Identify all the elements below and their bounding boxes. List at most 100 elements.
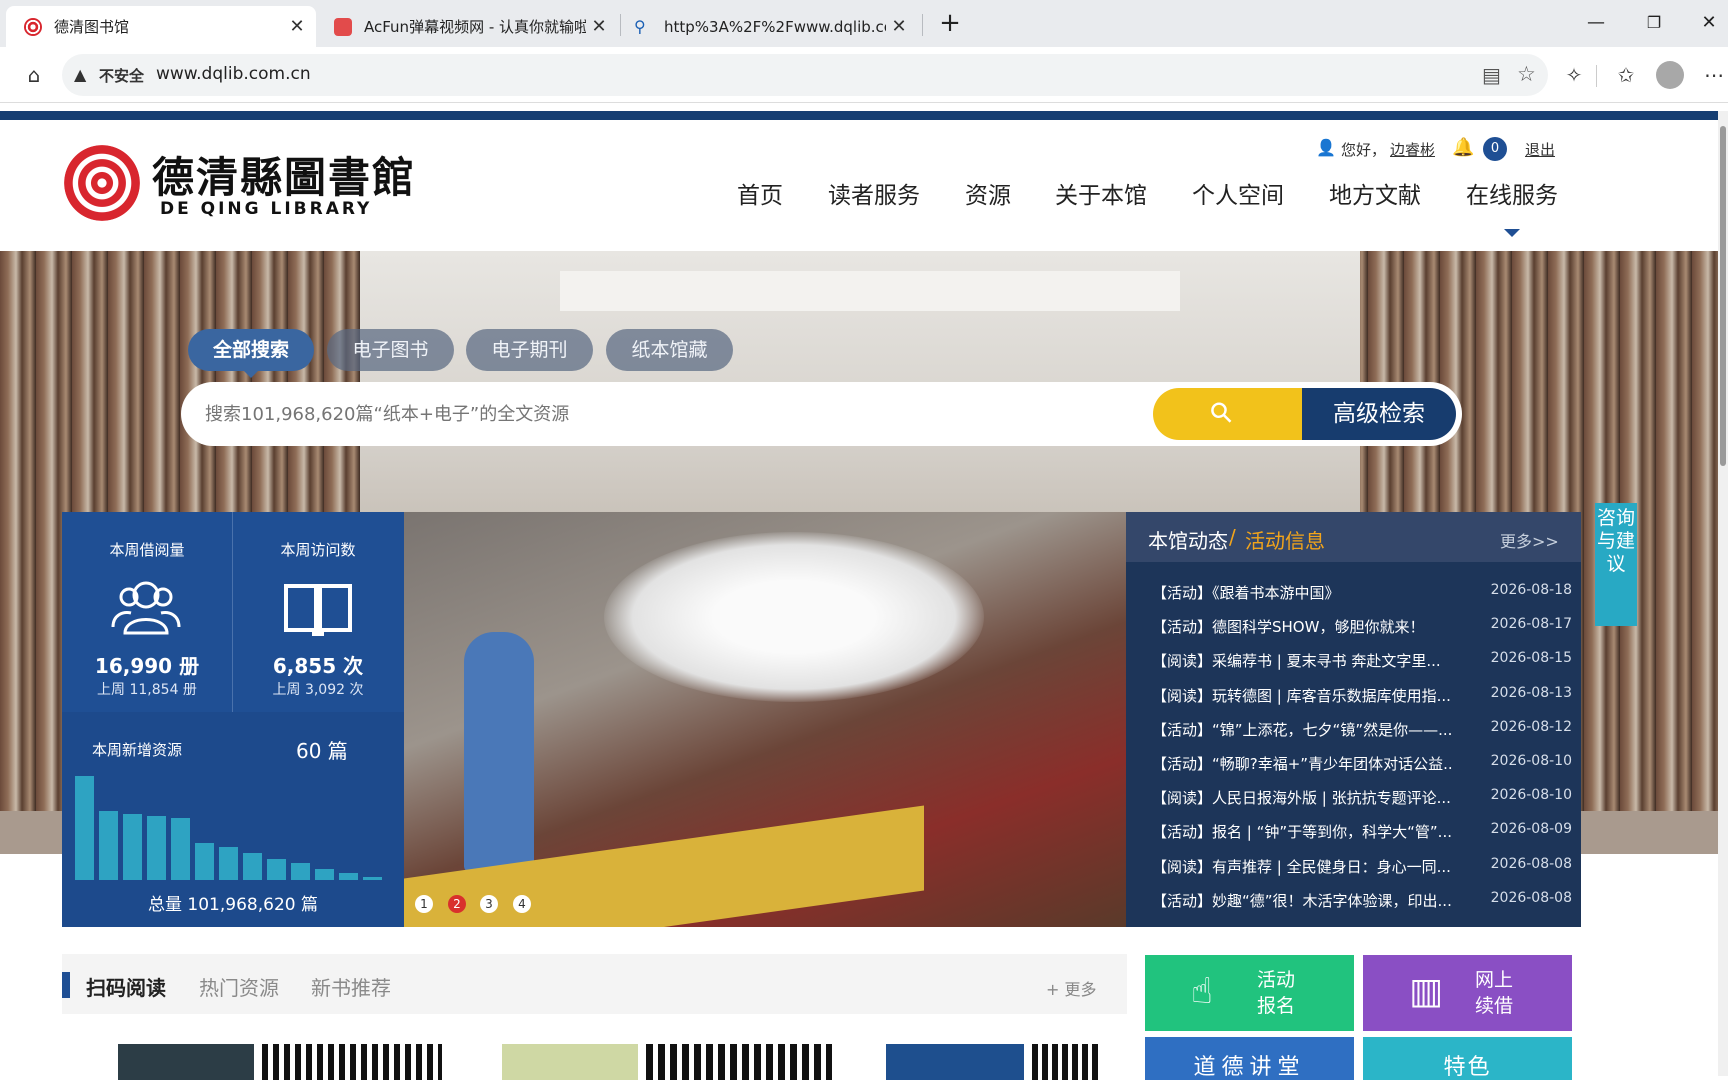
search-button[interactable]: ⚲ — [1153, 388, 1303, 440]
tab-scan-read[interactable]: 扫码阅读 — [86, 972, 166, 1001]
window-close-icon[interactable]: ✕ — [1692, 8, 1726, 38]
news-item[interactable]: 【活动】妙趣“德”很！木活字体验课，印出... 2026-08-08 — [1152, 890, 1572, 912]
book-cover-image[interactable] — [502, 1044, 638, 1080]
activity-slideshow-image[interactable] — [404, 512, 1126, 927]
news-item[interactable]: 【阅读】采编荐书 | 夏末寻书 奔赴文字里... 2026-08-15 — [1152, 650, 1572, 672]
tab-title: AcFun弹幕视频网 - 认真你就输啦 (·ω·)ノ — [364, 18, 586, 36]
online-renew-tile[interactable]: ▥ 网上续借 — [1363, 955, 1572, 1031]
consult-suggest-button[interactable]: 咨询与建议 — [1595, 503, 1637, 626]
close-icon[interactable]: ✕ — [886, 16, 912, 37]
nav-personal-space[interactable]: 个人空间 — [1192, 176, 1284, 210]
bell-icon[interactable]: 🔔 — [1452, 137, 1474, 158]
news-item-title[interactable]: 【活动】“畅聊?幸福+”青少年团体对话公益... — [1152, 753, 1452, 774]
borrow-label: 本周借阅量 — [109, 541, 185, 559]
news-item[interactable]: 【阅读】有声推荐 | 全民健身日：身心一同... 2026-08-08 — [1152, 856, 1572, 878]
favorites-list-icon[interactable]: ✩ — [1614, 63, 1638, 87]
news-heading-b[interactable]: 活动信息 — [1245, 525, 1325, 554]
readers-icon — [111, 577, 181, 635]
news-item-title[interactable]: 【阅读】采编荐书 | 夏末寻书 奔赴文字里... — [1152, 650, 1452, 671]
book-cover-image[interactable] — [118, 1044, 254, 1080]
news-item-title[interactable]: 【活动】妙趣“德”很！木活字体验课，印出... — [1152, 890, 1452, 911]
books-renew-icon: ▥ — [1409, 971, 1444, 1012]
scrollbar-thumb[interactable] — [1720, 126, 1726, 466]
news-item-date: 2026-08-10 — [1490, 787, 1572, 804]
search-tab-print[interactable]: 纸本馆藏 — [606, 329, 733, 371]
news-item[interactable]: 【活动】德图科学SHOW，够胆你就来！ 2026-08-17 — [1152, 616, 1572, 638]
slide-dot-1[interactable]: 1 — [415, 895, 433, 913]
new-resources-bar — [123, 814, 142, 880]
nav-online-services[interactable]: 在线服务 — [1466, 176, 1558, 210]
address-toolbar: ⌂ ▲ 不安全 www.dqlib.com.cn ▤ ☆ ✧ ✩ ⋯ — [0, 47, 1728, 103]
news-item[interactable]: 【阅读】人民日报海外版 | 张抗抗专题评论... 2026-08-10 — [1152, 787, 1572, 809]
activity-signup-tile[interactable]: ☝ 活动报名 — [1145, 955, 1354, 1031]
news-more-link[interactable]: 更多>> — [1500, 528, 1559, 552]
library-logo-icon[interactable] — [64, 145, 140, 221]
extensions-icon[interactable]: ✧ — [1562, 63, 1586, 87]
favorite-star-icon[interactable]: ☆ — [1517, 62, 1536, 86]
news-item-title[interactable]: 【活动】德图科学SHOW，够胆你就来！ — [1152, 616, 1452, 637]
search-tab-all[interactable]: 全部搜索 — [188, 329, 314, 371]
bottom-more-link[interactable]: + 更多 — [1046, 976, 1097, 1000]
tab-hot-resources[interactable]: 热门资源 — [199, 972, 279, 1001]
slide-dot-2[interactable]: 2 — [448, 895, 466, 913]
search-tab-ejournals[interactable]: 电子期刊 — [466, 329, 593, 371]
minimize-icon[interactable]: — — [1576, 8, 1616, 38]
nav-resources[interactable]: 资源 — [965, 176, 1011, 210]
news-item[interactable]: 【活动】“锦”上添花，七夕“镜”然是你——... 2026-08-12 — [1152, 719, 1572, 741]
profile-avatar[interactable] — [1656, 61, 1684, 89]
qr-code-image[interactable] — [1032, 1044, 1100, 1080]
nav-home[interactable]: 首页 — [737, 176, 783, 210]
visit-prev: 上周 3,092 次 — [272, 682, 364, 698]
news-item[interactable]: 【活动】报名 | “钟”于等到你，科学大“管”... 2026-08-09 — [1152, 821, 1572, 843]
search-icon: ⚲ — [634, 16, 646, 36]
presenter-figure — [464, 632, 534, 872]
top-stripe — [0, 111, 1718, 120]
qr-code-image[interactable] — [646, 1044, 832, 1080]
more-menu-icon[interactable]: ⋯ — [1702, 63, 1726, 87]
news-heading-a[interactable]: 本馆动态 — [1148, 525, 1228, 554]
qr-code-image[interactable] — [262, 1044, 442, 1080]
tile-label: 道德讲堂 — [1193, 1055, 1306, 1080]
news-item-title[interactable]: 【阅读】有声推荐 | 全民健身日：身心一同... — [1152, 856, 1452, 877]
news-item-title[interactable]: 【活动】“锦”上添花，七夕“镜”然是你——... — [1152, 719, 1452, 740]
news-item[interactable]: 【阅读】玩转德图 | 库客音乐数据库使用指... 2026-08-13 — [1152, 685, 1572, 707]
slide-dot-3[interactable]: 3 — [480, 895, 498, 913]
news-item[interactable]: 【活动】《跟着书本游中国》 2026-08-18 — [1152, 582, 1572, 604]
new-resources-bar — [171, 818, 190, 880]
reader-view-icon[interactable]: ▤ — [1482, 63, 1501, 87]
search-tab-ebooks[interactable]: 电子图书 — [327, 329, 454, 371]
news-item-title[interactable]: 【阅读】人民日报海外版 | 张抗抗专题评论... — [1152, 787, 1452, 808]
tab-new-books[interactable]: 新书推荐 — [311, 972, 391, 1001]
url-text: www.dqlib.com.cn — [156, 64, 311, 84]
nav-local-docs[interactable]: 地方文献 — [1329, 176, 1421, 210]
close-icon[interactable]: ✕ — [284, 16, 310, 37]
logo-chinese-text[interactable]: 德清縣圖書館 — [152, 144, 416, 205]
news-item-title[interactable]: 【活动】报名 | “钟”于等到你，科学大“管”... — [1152, 821, 1452, 842]
notification-badge[interactable]: 0 — [1483, 137, 1507, 161]
close-icon[interactable]: ✕ — [586, 16, 612, 37]
search-input[interactable] — [205, 396, 1135, 432]
home-icon[interactable]: ⌂ — [22, 63, 46, 87]
new-resources-bar — [267, 859, 286, 880]
new-tab-plus-icon[interactable]: + — [930, 8, 970, 38]
nav-about[interactable]: 关于本馆 — [1055, 176, 1147, 210]
moral-lecture-tile[interactable]: 道德讲堂 — [1145, 1037, 1354, 1080]
url-field[interactable]: ▲ 不安全 www.dqlib.com.cn ▤ ☆ — [62, 54, 1548, 96]
book-cover-image[interactable] — [886, 1044, 1024, 1080]
tab-dqlib[interactable]: 德清图书馆 ✕ — [6, 6, 316, 47]
news-item[interactable]: 【活动】“畅聊?幸福+”青少年团体对话公益... 2026-08-10 — [1152, 753, 1572, 775]
restore-icon[interactable]: ❐ — [1634, 8, 1674, 38]
logout-link[interactable]: 退出 — [1525, 139, 1555, 160]
tab-acfun[interactable]: AcFun弹幕视频网 - 认真你就输啦 (·ω·)ノ ✕ — [316, 6, 618, 47]
nav-reader-services[interactable]: 读者服务 — [828, 176, 920, 210]
news-item-title[interactable]: 【活动】《跟着书本游中国》 — [1152, 582, 1452, 603]
tab-search[interactable]: ⚲ http%3A%2F%2Fwww.dqlib.com.cn ✕ — [622, 6, 918, 47]
new-resources-label: 本周新增资源 — [92, 741, 183, 759]
special-tile[interactable]: 特色 — [1363, 1037, 1572, 1080]
tab-divider — [620, 14, 621, 36]
search-icon: ⚲ — [1202, 393, 1241, 432]
username-link[interactable]: 边睿彬 — [1390, 139, 1435, 160]
slide-dot-4[interactable]: 4 — [513, 895, 531, 913]
news-item-title[interactable]: 【阅读】玩转德图 | 库客音乐数据库使用指... — [1152, 685, 1452, 706]
advanced-search-button[interactable]: 高级检索 — [1302, 388, 1456, 440]
